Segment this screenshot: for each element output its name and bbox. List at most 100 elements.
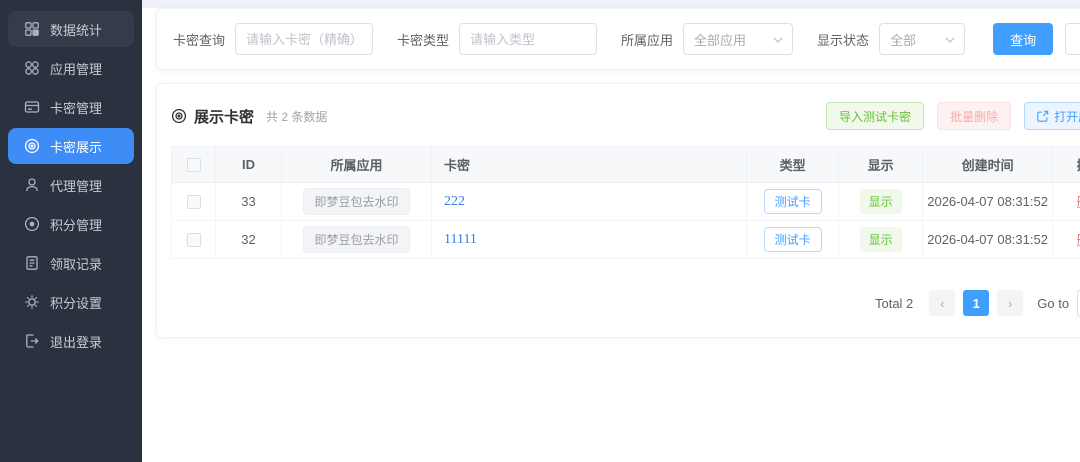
app-select[interactable]: 全部应用 xyxy=(683,23,794,55)
sidebar-item-key-manage[interactable]: 卡密管理 xyxy=(8,89,134,125)
external-link-icon xyxy=(1037,110,1049,122)
row-created: 2026-04-07 08:31:52 xyxy=(922,182,1054,221)
filter-card-type: 卡密类型 xyxy=(397,23,598,55)
card-type-input[interactable] xyxy=(459,23,598,55)
column-header: 操作 xyxy=(1052,146,1080,183)
sidebar-item-label: 卡密管理 xyxy=(50,100,103,116)
row-display-cell: 显示 xyxy=(838,220,924,259)
import-test-keys-button[interactable]: 导入测试卡密 xyxy=(826,102,925,130)
row-checkbox[interactable] xyxy=(186,194,201,209)
record-count: 共 2 条数据 xyxy=(266,109,328,124)
sidebar-item-label: 应用管理 xyxy=(50,61,103,77)
column-header: 创建时间 xyxy=(922,146,1054,183)
status-label: 显示状态 xyxy=(817,32,870,48)
gear-icon xyxy=(24,294,40,310)
sidebar-item-agent-manage[interactable]: 代理管理 xyxy=(8,167,134,203)
row-display-cell: 显示 xyxy=(838,182,924,221)
sidebar: 数据统计应用管理卡密管理卡密展示代理管理积分管理领取记录积分设置退出登录 xyxy=(0,0,142,462)
sidebar-item-points-manage[interactable]: 积分管理 xyxy=(8,206,134,242)
type-tag: 测试卡 xyxy=(763,189,822,214)
row-id: 33 xyxy=(215,182,282,221)
section-actions: 导入测试卡密 批量删除 打开展示页 xyxy=(826,102,1080,130)
row-app-cell: 即梦豆包去水印 xyxy=(281,220,432,259)
top-strip xyxy=(142,0,1080,8)
batch-delete-button[interactable]: 批量删除 xyxy=(937,102,1012,130)
table-row: 33 即梦豆包去水印 222 测试卡 显示 2026-04-07 08:31:52 删除 xyxy=(171,182,1080,221)
sidebar-nav: 数据统计应用管理卡密管理卡密展示代理管理积分管理领取记录积分设置退出登录 xyxy=(0,11,142,359)
row-id: 32 xyxy=(215,220,282,259)
filter-bar: 卡密查询 卡密类型 所属应用 全部应用 显示状态 全部 xyxy=(156,8,1080,70)
filter-app: 所属应用 全部应用 xyxy=(621,23,794,55)
delete-link[interactable]: 删除 xyxy=(1077,195,1080,210)
main-content: 卡密查询 卡密类型 所属应用 全部应用 显示状态 全部 xyxy=(142,0,1080,462)
card-key-input[interactable] xyxy=(235,23,374,55)
display-tag: 显示 xyxy=(859,189,902,214)
keys-table: ID所属应用卡密类型显示创建时间操作 33即梦豆包去水印222测试卡显示2026… xyxy=(171,146,1080,259)
sidebar-item-label: 卡密展示 xyxy=(50,139,103,155)
column-header: 显示 xyxy=(838,146,924,183)
sidebar-item-label: 领取记录 xyxy=(50,256,103,272)
chevron-down-icon xyxy=(944,33,956,45)
card-type-label: 卡密类型 xyxy=(397,32,450,48)
row-action-cell: 删除 xyxy=(1052,220,1080,259)
section-header: 展示卡密 共 2 条数据 导入测试卡密 批量删除 打开展示页 xyxy=(171,98,1080,134)
reset-button[interactable]: 重置 xyxy=(1065,23,1080,55)
card-key-link[interactable]: 222 xyxy=(444,194,465,209)
row-type-cell: 测试卡 xyxy=(746,182,840,221)
sidebar-item-key-display[interactable]: 卡密展示 xyxy=(8,128,134,164)
prev-page-button[interactable]: ‹ xyxy=(929,290,956,316)
sidebar-item-claim-records[interactable]: 领取记录 xyxy=(8,245,134,281)
sidebar-item-label: 数据统计 xyxy=(50,22,103,38)
app-select-value: 全部应用 xyxy=(694,32,747,48)
logout-icon xyxy=(24,333,40,349)
column-header: ID xyxy=(215,146,282,183)
user-icon xyxy=(24,177,40,193)
sidebar-item-points-settings[interactable]: 积分设置 xyxy=(8,284,134,320)
chevron-down-icon xyxy=(772,33,784,45)
bullseye-icon xyxy=(171,108,187,124)
display-tag: 显示 xyxy=(859,227,902,252)
app-tag: 即梦豆包去水印 xyxy=(303,226,410,253)
pagination: Total 2 ‹ 1 › Go to xyxy=(171,289,1080,317)
row-created: 2026-04-07 08:31:52 xyxy=(922,220,1054,259)
status-select[interactable]: 全部 xyxy=(879,23,966,55)
column-header: 所属应用 xyxy=(281,146,432,183)
row-key-cell: 222 xyxy=(430,182,748,221)
filter-card-key: 卡密查询 xyxy=(173,23,374,55)
card-key-link[interactable]: 11111 xyxy=(444,232,477,247)
row-type-cell: 测试卡 xyxy=(746,220,840,259)
sidebar-item-app-manage[interactable]: 应用管理 xyxy=(8,50,134,86)
select-all-checkbox[interactable] xyxy=(186,157,201,172)
card-key-label: 卡密查询 xyxy=(173,32,226,48)
bullseye-icon xyxy=(24,138,40,154)
dashboard-icon xyxy=(24,21,40,37)
row-key-cell: 11111 xyxy=(430,220,748,259)
page-1-button[interactable]: 1 xyxy=(963,290,990,316)
open-display-page-button[interactable]: 打开展示页 xyxy=(1024,102,1080,130)
pagination-total: Total 2 xyxy=(874,295,914,311)
column-header: 类型 xyxy=(746,146,840,183)
sidebar-item-logout[interactable]: 退出登录 xyxy=(8,323,134,359)
search-button[interactable]: 查询 xyxy=(993,23,1054,55)
apps-icon xyxy=(24,60,40,76)
row-app-cell: 即梦豆包去水印 xyxy=(281,182,432,221)
sidebar-item-label: 积分设置 xyxy=(50,295,103,311)
select-all-header xyxy=(171,146,216,183)
sidebar-item-label: 代理管理 xyxy=(50,178,103,194)
row-checkbox[interactable] xyxy=(186,232,201,247)
filter-status: 显示状态 全部 xyxy=(817,23,966,55)
row-checkbox-cell xyxy=(171,220,216,259)
sidebar-item-label: 退出登录 xyxy=(50,334,103,350)
goto-label: Go to xyxy=(1037,295,1070,311)
status-select-value: 全部 xyxy=(890,32,917,48)
row-action-cell: 删除 xyxy=(1052,182,1080,221)
type-tag: 测试卡 xyxy=(763,227,822,252)
next-page-button[interactable]: › xyxy=(997,290,1024,316)
section-title: 展示卡密 xyxy=(194,108,255,126)
sidebar-item-label: 积分管理 xyxy=(50,217,103,233)
table-row: 32 即梦豆包去水印 11111 测试卡 显示 2026-04-07 08:31:52 删除 xyxy=(171,220,1080,259)
delete-link[interactable]: 删除 xyxy=(1077,233,1080,248)
open-display-page-label: 打开展示页 xyxy=(1054,109,1080,124)
row-checkbox-cell xyxy=(171,182,216,221)
sidebar-item-data-stats[interactable]: 数据统计 xyxy=(8,11,134,47)
